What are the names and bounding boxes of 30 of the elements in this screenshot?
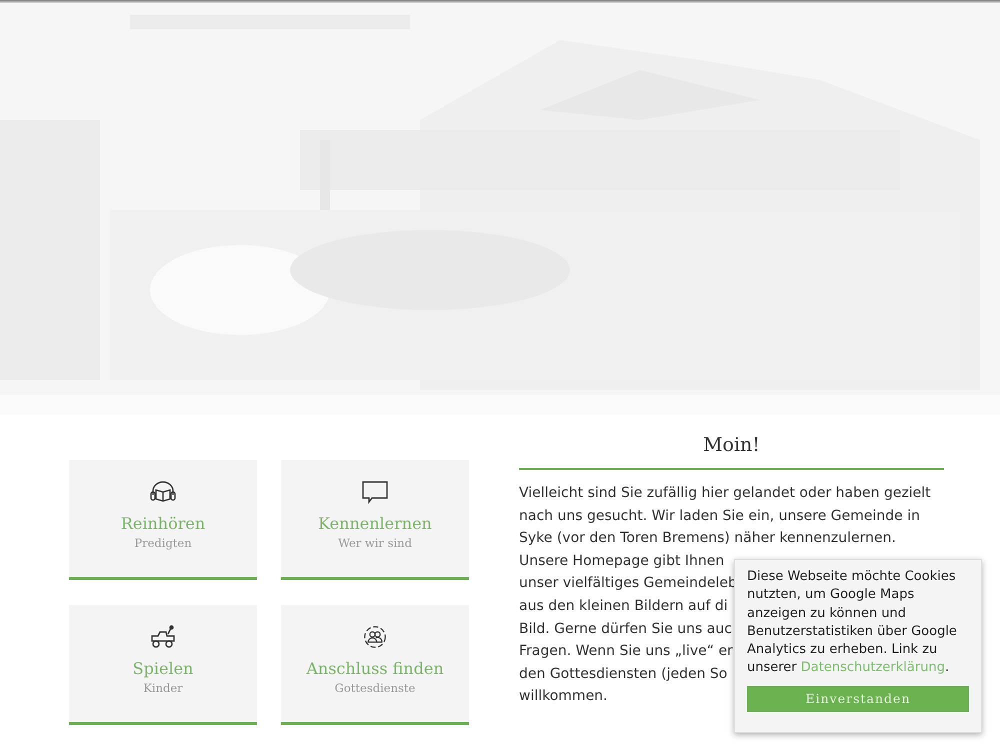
speech-bubble-icon <box>361 480 389 504</box>
tile-card[interactable]: Spielen Kinder <box>69 605 257 725</box>
tile-card[interactable]: Anschluss finden Gottesdienste <box>281 605 469 725</box>
paragraph-line: nach uns gesucht. Wir laden Sie ein, unsere Gemeinde in <box>519 506 920 526</box>
tile-title: Kennenlernen <box>318 514 432 533</box>
tile-subtitle: Predigten <box>134 536 192 550</box>
paragraph-line: Bild. Gerne dürfen Sie uns auc <box>519 620 732 639</box>
toy-car-icon <box>149 625 177 649</box>
paragraph-line: willkommen. <box>519 687 608 706</box>
paragraph-line: den Gottesdiensten (jeden So <box>519 664 728 684</box>
tile-card[interactable]: Kennenlernen Wer wir sind <box>281 460 469 580</box>
tile-subtitle: Kinder <box>143 681 183 695</box>
paragraph-line: unser vielfältiges Gemeindeleb <box>519 574 737 594</box>
people-icon <box>361 625 389 649</box>
headphones-book-icon <box>149 480 177 504</box>
paragraph-line: aus den kleinen Bildern auf di <box>519 596 728 616</box>
cookie-text: Diese Webseite möchte Cookies nutzten, um Google Maps anzeigen zu können und Benutzerstatistiken über Google Analytics zu erheben. Link zu unserer Datenschutzerklärung. <box>747 568 958 678</box>
paragraph-line: Fragen. Wenn Sie uns „live“ er <box>519 642 733 662</box>
tile-subtitle: Wer wir sind <box>338 536 412 550</box>
tile-subtitle: Gottesdienste <box>334 681 416 695</box>
tile-card[interactable]: Reinhören Predigten <box>69 460 257 580</box>
tile-title: Spielen <box>132 659 194 678</box>
welcome-heading: Moin! <box>702 433 761 458</box>
paragraph-line: Vielleicht sind Sie zufällig hier gelandet oder haben gezielt <box>519 484 931 503</box>
tile-title: Anschluss finden <box>306 659 444 678</box>
privacy-link[interactable]: Datenschutzerklärung <box>800 660 945 676</box>
tile-title: Reinhören <box>120 514 206 533</box>
paragraph-line: Unsere Homepage gibt Ihnen <box>519 552 724 571</box>
paragraph-line: Syke (vor den Toren Bremens) näher kennenzulernen. <box>519 529 896 548</box>
accept-button[interactable]: Einverstanden <box>747 686 969 712</box>
